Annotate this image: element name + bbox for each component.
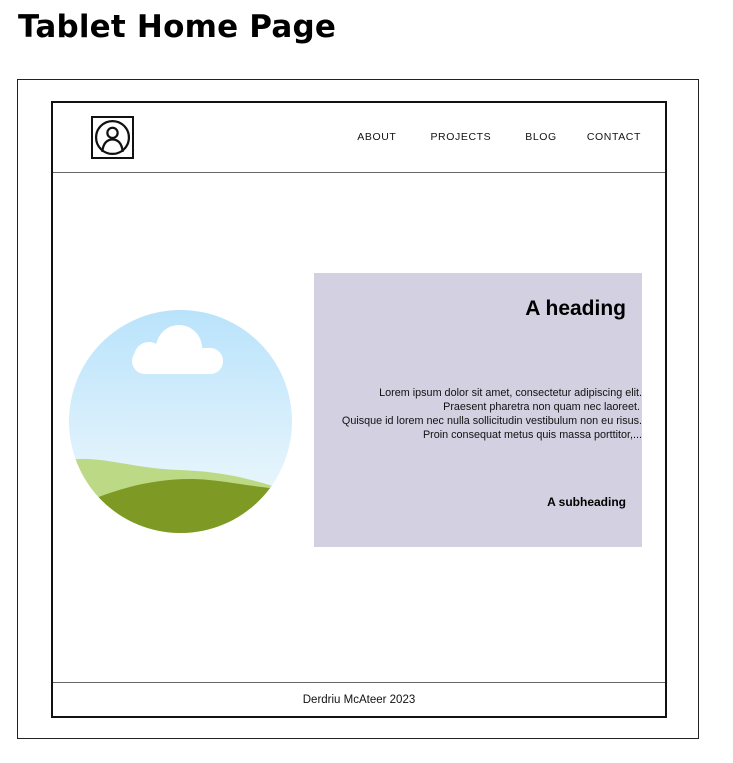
main-nav: ABOUT PROJECTS BLOG CONTACT <box>357 131 641 143</box>
site-header: ABOUT PROJECTS BLOG CONTACT <box>53 103 665 173</box>
card-body-line: Praesent pharetra non quam nec laoreet. <box>443 401 640 413</box>
user-portrait-icon[interactable] <box>91 116 134 159</box>
card-heading: A heading <box>525 297 626 320</box>
card-body-text: Lorem ipsum dolor sit amet, consectetur … <box>314 386 642 442</box>
page-title: Tablet Home Page <box>18 9 337 45</box>
tablet-mockup: ABOUT PROJECTS BLOG CONTACT A heading Lo… <box>51 101 667 718</box>
site-footer: Derdriu McAteer 2023 <box>53 682 665 716</box>
nav-projects-link[interactable]: PROJECTS <box>430 131 491 143</box>
landscape-illustration-icon <box>69 310 292 533</box>
nav-contact-link[interactable]: CONTACT <box>587 131 641 143</box>
card-subheading: A subheading <box>547 495 626 509</box>
content-card: A heading Lorem ipsum dolor sit amet, co… <box>314 273 642 547</box>
card-body-line: Proin consequat metus quis massa porttit… <box>422 429 642 441</box>
card-body-line: Lorem ipsum dolor sit amet, consectetur … <box>379 387 642 399</box>
nav-about-link[interactable]: ABOUT <box>357 131 396 143</box>
nav-blog-link[interactable]: BLOG <box>525 131 557 143</box>
footer-text: Derdriu McAteer 2023 <box>302 694 416 706</box>
card-body-line: Quisque id lorem nec nulla sollicitudin … <box>341 415 642 427</box>
